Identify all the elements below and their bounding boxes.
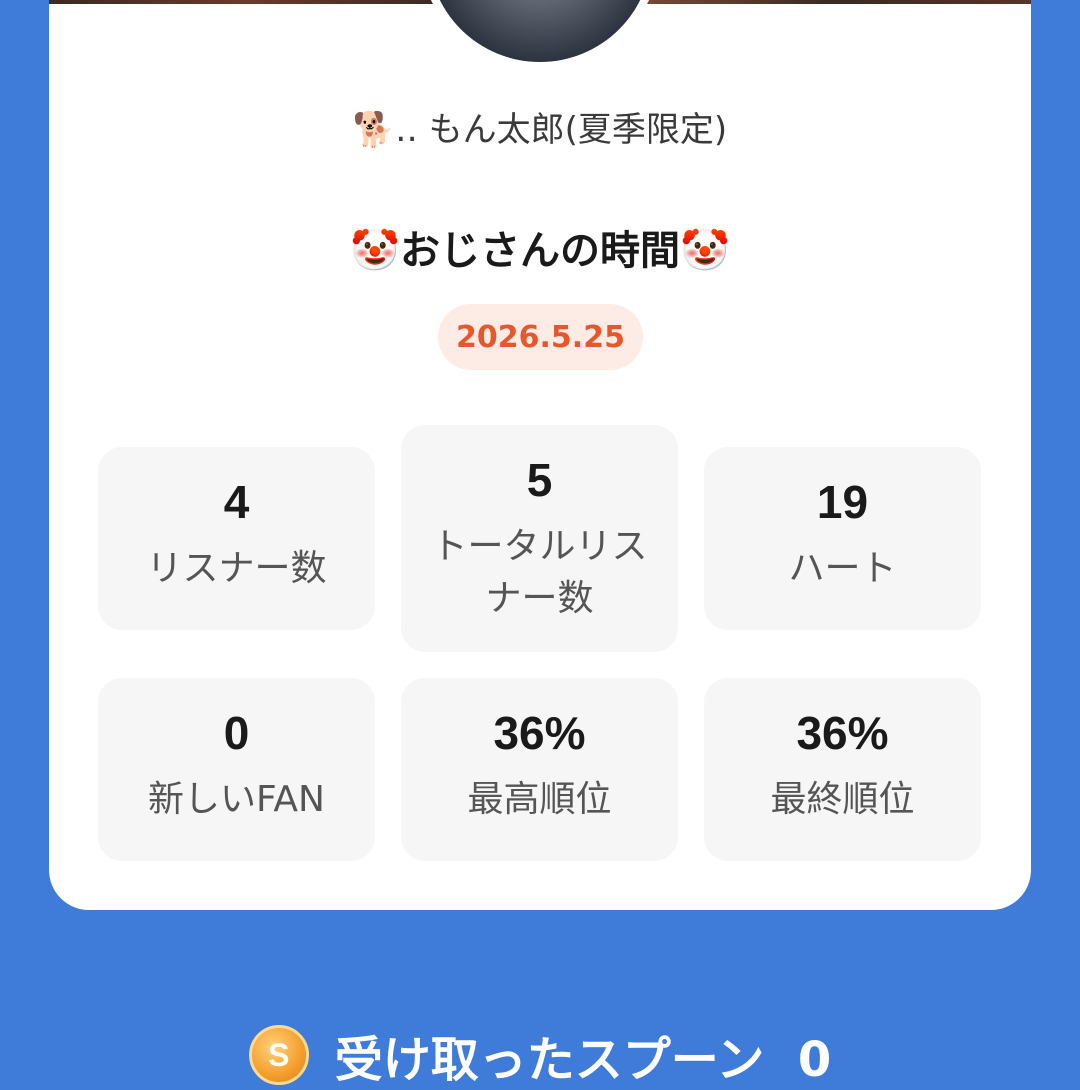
stat-value: 19 (816, 476, 869, 528)
stat-new-fans: 0 新しいFAN (98, 678, 375, 861)
live-title-text: おじさんの時間 (400, 228, 680, 274)
stat-label: リスナー数 (146, 548, 327, 589)
avatar[interactable] (420, 0, 660, 70)
stat-hearts: 19 ハート (704, 447, 981, 630)
stat-label: 最終順位 (770, 779, 915, 820)
date-badge: 2026.5.25 (438, 304, 643, 370)
stat-label: ハート (788, 548, 897, 589)
stat-label: 最高順位 (467, 779, 612, 820)
live-summary-card: 🐕‥ もん太郎(夏季限定) 🤡おじさんの時間🤡 2026.5.25 4 リスナー… (49, 0, 1031, 910)
stat-highest-rank: 36% 最高順位 (401, 678, 678, 861)
stat-total-listeners: 5 トータルリスナー数 (401, 425, 678, 652)
stat-value: 5 (526, 454, 553, 506)
stat-label: トータルリスナー数 (431, 526, 648, 619)
spoon-coin-icon: S (248, 1025, 309, 1085)
stat-value: 4 (223, 476, 250, 528)
stat-final-rank: 36% 最終順位 (704, 678, 981, 861)
username[interactable]: 🐕‥ もん太郎(夏季限定) (49, 102, 1031, 151)
clown-icon: 🤡 (350, 228, 400, 274)
stat-value: 36% (796, 707, 889, 759)
avatar-image (428, 0, 652, 62)
stat-value: 0 (223, 707, 250, 759)
stat-value: 36% (493, 707, 586, 759)
clown-icon: 🤡 (680, 228, 730, 274)
dog-icon: 🐕‥ (352, 110, 418, 150)
username-text: もん太郎(夏季限定) (428, 110, 728, 150)
stat-label: 新しいFAN (148, 779, 325, 820)
live-title: 🤡おじさんの時間🤡 (49, 218, 1031, 276)
stat-listeners: 4 リスナー数 (98, 447, 375, 630)
